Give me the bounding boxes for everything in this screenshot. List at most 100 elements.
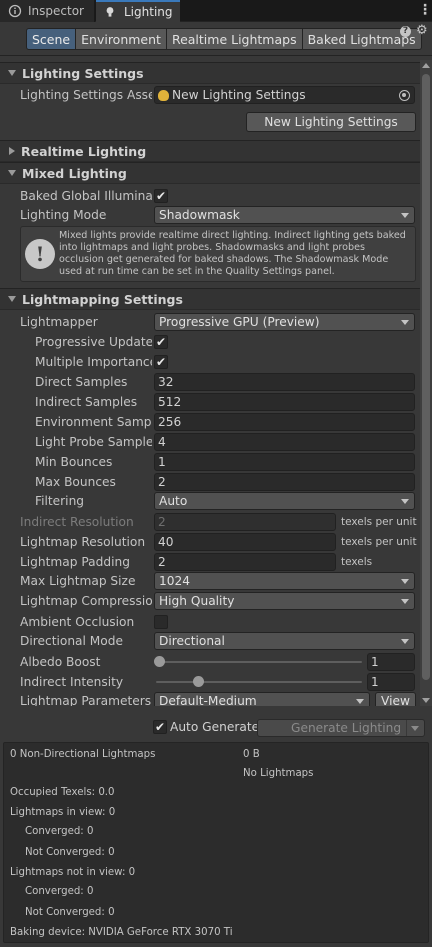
- filtering-row: Filtering Auto: [0, 491, 420, 511]
- section-lighting-settings[interactable]: Lighting Settings: [0, 62, 420, 84]
- settings-scroll-area: Lighting Settings Lighting Settings Asse…: [0, 60, 420, 706]
- albedo-boost-slider[interactable]: [154, 653, 362, 671]
- chevron-down-icon: [401, 599, 409, 604]
- chevron-down-icon: [401, 320, 409, 325]
- section-lightmapping-settings[interactable]: Lightmapping Settings: [0, 288, 420, 310]
- indirect-intensity-input[interactable]: 1: [367, 673, 415, 691]
- field-label: Lightmap Resolution: [20, 535, 146, 549]
- light-probe-input[interactable]: 4: [154, 433, 415, 451]
- section-realtime-lighting[interactable]: Realtime Lighting: [0, 140, 420, 162]
- dropdown-value: Shadowmask: [159, 208, 240, 222]
- progressive-updates-checkbox[interactable]: ✔: [154, 335, 168, 349]
- unit-label: texels: [341, 556, 373, 568]
- tab-inspector[interactable]: Inspector: [0, 0, 95, 22]
- vertical-scrollbar[interactable]: [420, 60, 432, 706]
- indirect-samples-row: Indirect Samples 512: [0, 392, 420, 412]
- gear-icon[interactable]: ⚙: [416, 24, 428, 37]
- field-label: Indirect Intensity: [20, 675, 124, 689]
- split-divider: [406, 720, 407, 736]
- direct-samples-input[interactable]: 32: [154, 373, 415, 391]
- field-label: Lightmapper: [20, 315, 98, 329]
- max-lightmap-size-row: Max Lightmap Size 1024: [0, 571, 420, 591]
- directional-mode-row: Directional Mode Directional: [0, 631, 420, 651]
- object-picker-icon[interactable]: [399, 90, 410, 101]
- lighting-settings-asset-field[interactable]: New Lighting Settings: [154, 86, 415, 104]
- lightmap-stats-panel: 0 Non-Directional Lightmaps 0 B No Light…: [3, 742, 429, 943]
- field-label: Baked Global Illuminatio: [20, 189, 152, 203]
- chevron-down-icon: [401, 579, 409, 584]
- stat-not-in-view: Lightmaps not in view: 0: [10, 867, 136, 878]
- filtering-dropdown[interactable]: Auto: [154, 492, 415, 510]
- dropdown-value: Progressive GPU (Preview): [159, 315, 320, 329]
- lighting-settings-asset-row: Lighting Settings Asset New Lighting Set…: [0, 85, 420, 105]
- tab-lighting[interactable]: Lighting: [96, 0, 180, 22]
- mixed-lighting-help-box: ! Mixed lights provide realtime direct l…: [20, 226, 416, 282]
- min-bounces-row: Min Bounces 1: [0, 452, 420, 472]
- min-bounces-input[interactable]: 1: [154, 453, 415, 471]
- section-mixed-lighting[interactable]: Mixed Lighting: [0, 162, 420, 184]
- lighting-asset-icon: [158, 89, 169, 101]
- stat-no-lightmaps: No Lightmaps: [243, 768, 314, 779]
- mode-realtime-lightmaps-button[interactable]: Realtime Lightmaps: [165, 28, 303, 50]
- lighting-mode-dropdown[interactable]: Shadowmask: [154, 206, 415, 224]
- auto-generate-label: Auto Generate: [170, 720, 260, 734]
- ambient-occlusion-checkbox[interactable]: [154, 615, 168, 629]
- albedo-boost-input[interactable]: 1: [367, 653, 415, 671]
- lightmap-parameters-row: Lightmap Parameters Default-Medium View: [0, 691, 420, 706]
- stat-size: 0 B: [243, 749, 260, 760]
- dropdown-value: High Quality: [159, 594, 235, 608]
- multiple-importance-checkbox[interactable]: ✔: [154, 355, 168, 369]
- slider-handle[interactable]: [193, 676, 204, 687]
- lightmap-parameters-dropdown[interactable]: Default-Medium: [154, 692, 370, 706]
- more-options-icon[interactable]: ⋮: [418, 3, 432, 17]
- help-icon[interactable]: ?: [400, 26, 411, 37]
- inspector-icon: [8, 4, 22, 18]
- chevron-down-icon: [401, 213, 409, 218]
- generate-lighting-button[interactable]: Generate Lighting: [257, 719, 425, 737]
- chevron-down-icon[interactable]: [411, 726, 419, 731]
- lightmapper-row: Lightmapper Progressive GPU (Preview): [0, 312, 420, 332]
- lightmap-resolution-input[interactable]: 40: [154, 533, 336, 551]
- direct-samples-row: Direct Samples 32: [0, 372, 420, 392]
- baked-gi-checkbox[interactable]: ✔: [154, 189, 168, 203]
- mode-environment-button[interactable]: Environment: [75, 28, 167, 50]
- field-label: Lighting Mode: [20, 208, 107, 222]
- scroll-down-icon[interactable]: [422, 698, 430, 703]
- directional-mode-dropdown[interactable]: Directional: [154, 632, 415, 650]
- generate-bar: ✔ Auto Generate Generate Lighting: [0, 712, 432, 742]
- max-lightmap-size-dropdown[interactable]: 1024: [154, 572, 415, 590]
- stat-occupied-texels: Occupied Texels: 0.0: [10, 787, 115, 798]
- slider-handle[interactable]: [154, 656, 165, 667]
- indirect-samples-input[interactable]: 512: [154, 393, 415, 411]
- field-label: Lightmap Compression: [20, 594, 152, 608]
- lightbulb-icon: [104, 5, 118, 19]
- stat-not-in-view-converged: Converged: 0: [25, 886, 94, 897]
- info-icon: !: [25, 239, 55, 269]
- new-lighting-settings-button[interactable]: New Lighting Settings: [246, 112, 416, 132]
- mode-scene-button[interactable]: Scene: [26, 28, 77, 50]
- foldout-open-icon: [8, 296, 16, 302]
- foldout-open-icon: [8, 70, 16, 76]
- stat-in-view-not-converged: Not Converged: 0: [25, 847, 115, 858]
- chevron-down-icon: [401, 499, 409, 504]
- auto-generate-checkbox[interactable]: ✔: [153, 720, 167, 734]
- max-bounces-input[interactable]: 2: [154, 473, 415, 491]
- scrollbar-thumb[interactable]: [422, 74, 430, 680]
- field-label: Lighting Settings Asset: [20, 88, 152, 102]
- indirect-intensity-slider[interactable]: [154, 673, 362, 691]
- chevron-down-icon: [401, 639, 409, 644]
- stat-baking-device: Baking device: NVIDIA GeForce RTX 3070 T…: [10, 927, 233, 938]
- lightmap-compression-dropdown[interactable]: High Quality: [154, 592, 415, 610]
- stat-in-view-converged: Converged: 0: [25, 826, 94, 837]
- lightmap-resolution-row: Lightmap Resolution 40 texels per unit: [0, 532, 420, 552]
- scroll-up-icon[interactable]: [422, 63, 430, 68]
- lightmap-padding-input[interactable]: 2: [154, 553, 336, 571]
- dropdown-value: Default-Medium: [159, 694, 257, 706]
- lightmap-compression-row: Lightmap Compression High Quality: [0, 591, 420, 611]
- environment-samples-input[interactable]: 256: [154, 413, 415, 431]
- lightmapper-dropdown[interactable]: Progressive GPU (Preview): [154, 313, 415, 331]
- stat-not-in-view-not-converged: Not Converged: 0: [25, 907, 115, 918]
- view-button[interactable]: View: [375, 692, 416, 706]
- asset-value: New Lighting Settings: [172, 88, 306, 102]
- generate-lighting-label: Generate Lighting: [291, 721, 402, 735]
